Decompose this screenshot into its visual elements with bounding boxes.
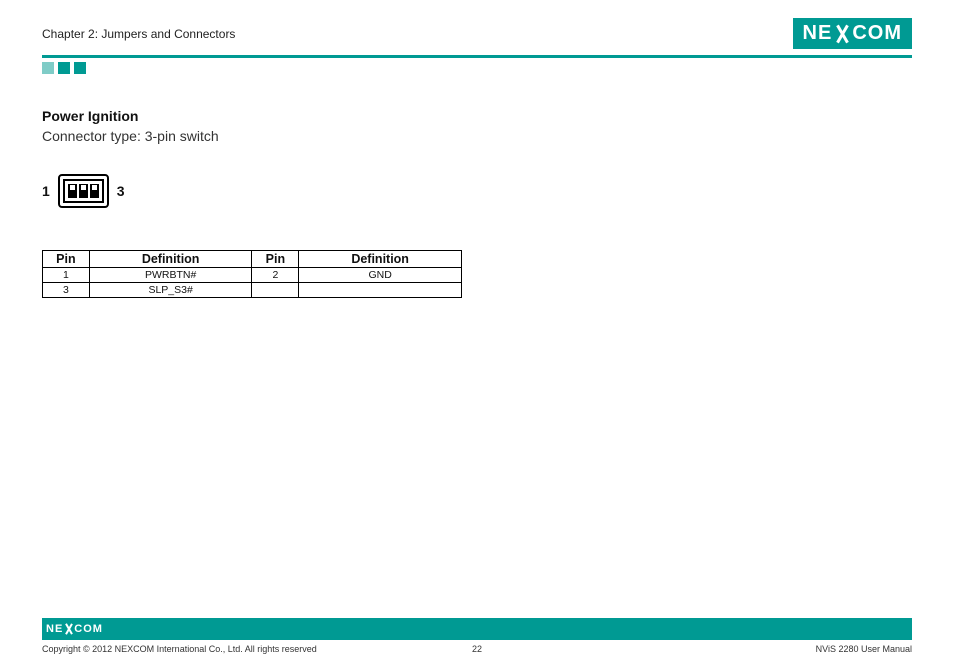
footer-text-row: Copyright © 2012 NEXCOM International Co… [42,644,912,654]
cell-pin: 1 [43,268,90,283]
square-icon [74,62,86,74]
pin-icon [79,184,88,198]
pin-definition-table: Pin Definition Pin Definition 1 PWRBTN# … [42,250,462,298]
nexcom-logo-top: NE COM [793,18,912,49]
decorative-squares [42,62,912,74]
logo-x-icon [834,25,850,43]
cell-def [299,283,462,298]
footer-bar: NE COM [42,618,912,640]
page-footer: NE COM Copyright © 2012 NEXCOM Internati… [42,618,912,654]
table-header-row: Pin Definition Pin Definition [43,251,462,268]
cell-pin: 2 [252,268,299,283]
cell-pin: 3 [43,283,90,298]
logo-text-left: NE [803,22,833,45]
logo-text-left: NE [46,623,63,635]
pin-label-right: 3 [117,183,125,199]
square-icon [42,62,54,74]
copyright-text: Copyright © 2012 NEXCOM International Co… [42,644,317,654]
page-number: 22 [472,644,482,654]
page-header: Chapter 2: Jumpers and Connectors NE COM [42,18,912,49]
section-title: Power Ignition [42,108,912,124]
pin-label-left: 1 [42,183,50,199]
document-name: NViS 2280 User Manual [816,644,912,654]
header-rule [42,55,912,58]
square-icon [58,62,70,74]
pin-icon [68,184,77,198]
logo-text-right: COM [852,22,902,45]
page: Chapter 2: Jumpers and Connectors NE COM… [0,0,954,672]
chapter-title: Chapter 2: Jumpers and Connectors [42,27,235,41]
section-subtitle: Connector type: 3-pin switch [42,128,912,144]
pin-icon [90,184,99,198]
col-definition: Definition [89,251,252,268]
connector-icon [58,174,109,208]
table-row: 1 PWRBTN# 2 GND [43,268,462,283]
table-row: 3 SLP_S3# [43,283,462,298]
cell-def: SLP_S3# [89,283,252,298]
cell-pin [252,283,299,298]
col-pin: Pin [252,251,299,268]
content-area: Power Ignition Connector type: 3-pin swi… [42,108,912,298]
cell-def: GND [299,268,462,283]
col-pin: Pin [43,251,90,268]
connector-diagram: 1 3 [42,174,912,208]
cell-def: PWRBTN# [89,268,252,283]
col-definition: Definition [299,251,462,268]
logo-x-icon [64,624,73,634]
logo-text-right: COM [74,623,103,635]
nexcom-logo-bottom: NE COM [46,623,103,635]
